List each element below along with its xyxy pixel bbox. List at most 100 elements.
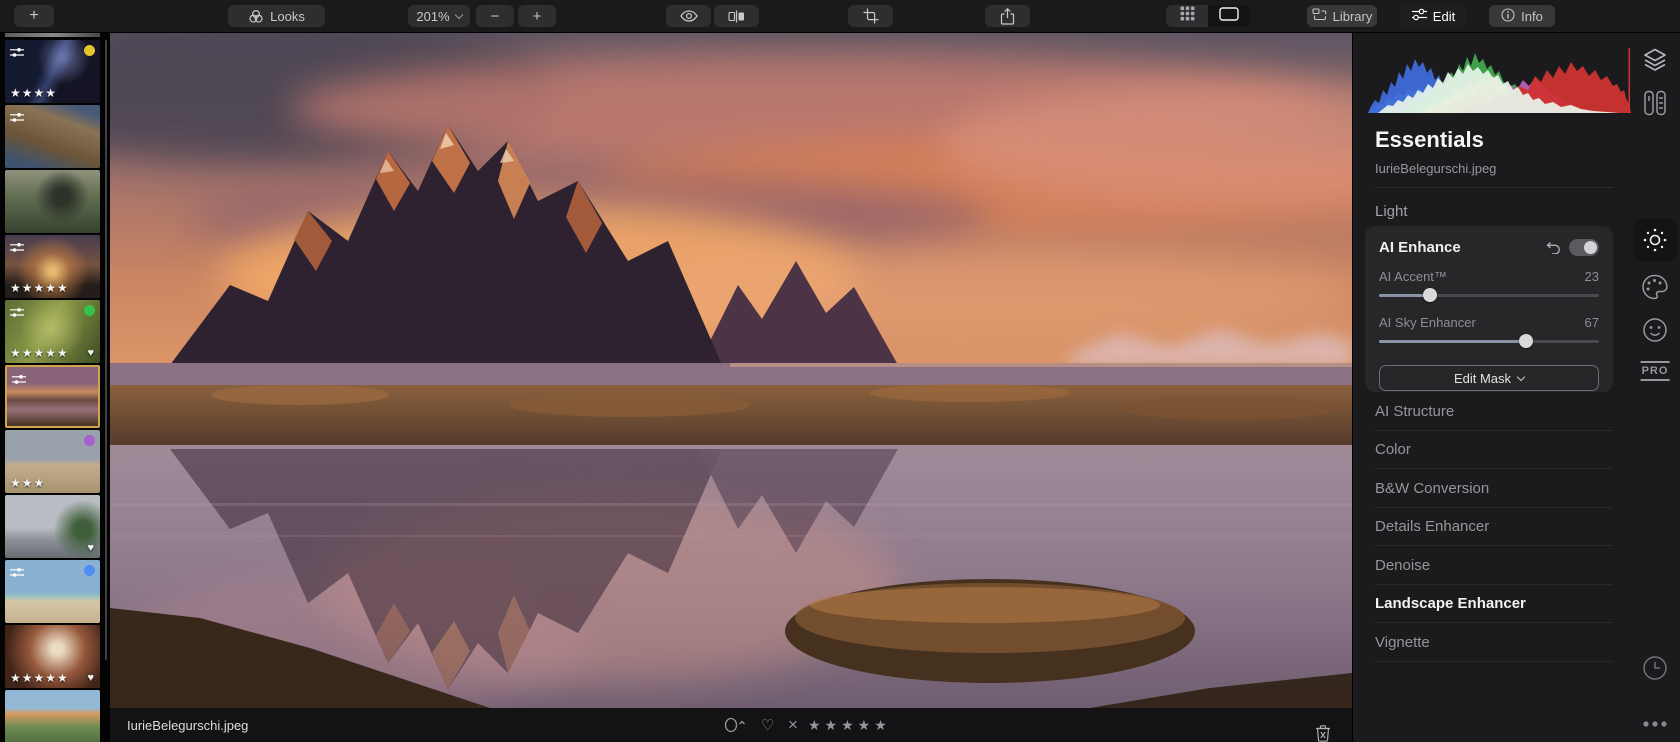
slider-fill — [1379, 340, 1526, 343]
tool-label: Vignette — [1375, 634, 1430, 651]
favorite-heart-icon: ♥ — [87, 347, 94, 359]
thumbnail-forest-path[interactable]: ★★★★★ ♥ — [5, 300, 100, 363]
color-label-dot — [84, 435, 95, 446]
thumbnail-valley-sunset[interactable]: ★★★★★ — [5, 235, 100, 298]
edit-mask-label: Edit Mask — [1454, 371, 1511, 386]
crop-icon — [863, 8, 879, 24]
toggle-knob — [1584, 241, 1597, 254]
zoom-level-dropdown[interactable]: 201% — [408, 5, 470, 27]
ai-accent-slider[interactable] — [1379, 288, 1599, 302]
top-toolbar: + Looks 201% − + — [0, 0, 1680, 33]
compare-split-icon — [728, 10, 745, 23]
eye-icon — [680, 10, 698, 22]
slider-knob[interactable] — [1423, 288, 1437, 302]
single-image-icon — [1219, 7, 1239, 26]
photo-star-rating[interactable]: ★★★★★ — [808, 708, 891, 742]
zoom-in-button[interactable]: + — [518, 5, 556, 27]
color-label-dot — [84, 305, 95, 316]
quick-preview-button[interactable] — [666, 5, 711, 27]
plus-icon: + — [533, 8, 542, 25]
thumbnail-alpine-valley[interactable] — [5, 690, 100, 742]
divider — [1375, 187, 1613, 188]
more-options-icon[interactable] — [1642, 715, 1668, 733]
zoom-level-value: 201% — [416, 9, 449, 24]
tab-info-label: Info — [1521, 9, 1543, 24]
panel-title: Essentials — [1375, 127, 1484, 153]
color-label-dot — [84, 45, 95, 56]
thumbnail-beach-portrait[interactable]: ★★★ — [5, 430, 100, 493]
tab-info[interactable]: Info — [1489, 5, 1555, 27]
thumbnail-lifeguard-tower[interactable] — [5, 560, 100, 623]
slider-knob[interactable] — [1519, 334, 1533, 348]
compare-before-after-button[interactable] — [714, 5, 759, 27]
tool-label: AI Structure — [1375, 403, 1454, 420]
clear-rating-button[interactable]: × — [788, 708, 798, 742]
ai-enhance-title: AI Enhance — [1379, 239, 1546, 256]
thumbnail-canyon-cave[interactable]: ★★★★★ ♥ — [5, 625, 100, 688]
reset-undo-icon[interactable] — [1546, 241, 1561, 254]
essentials-tools-group-active[interactable] — [1633, 218, 1677, 262]
history-clock-icon[interactable] — [1642, 655, 1668, 686]
info-icon — [1501, 8, 1515, 25]
tab-library[interactable]: Library — [1307, 5, 1377, 27]
single-image-view-button[interactable] — [1208, 5, 1250, 27]
photo-canvas[interactable] — [110, 33, 1352, 708]
thumbnail-mossy-crag[interactable] — [5, 170, 100, 233]
ai-sky-enhancer-value: 67 — [1585, 315, 1599, 330]
export-share-button[interactable] — [985, 5, 1030, 27]
ai-enhance-toggle[interactable] — [1569, 239, 1599, 256]
tool-label: Details Enhancer — [1375, 518, 1489, 535]
star-rating: ★★★★ — [10, 86, 57, 100]
thumbnail-vestrahorn-sunset-selected[interactable] — [5, 365, 100, 428]
tool-section-light[interactable]: Light — [1375, 203, 1408, 220]
tool-label: Denoise — [1375, 557, 1430, 574]
edit-status-dropdown[interactable] — [724, 708, 746, 742]
edited-adjustments-icon — [12, 372, 26, 390]
pro-tools-badge[interactable]: PRO — [1641, 361, 1670, 381]
tool-label: Color — [1375, 441, 1411, 458]
tab-edit[interactable]: Edit — [1400, 5, 1466, 27]
star-rating: ★★★★★ — [10, 281, 69, 295]
trash-delete-button[interactable] — [1315, 716, 1331, 742]
portrait-smiley-icon[interactable] — [1642, 317, 1668, 348]
thumbnail-partial[interactable] — [5, 33, 100, 37]
layers-icon[interactable] — [1642, 47, 1668, 76]
histogram[interactable] — [1363, 40, 1633, 113]
thumbnail-canyon-cliffs[interactable] — [5, 105, 100, 168]
ai-sky-enhancer-label: AI Sky Enhancer — [1379, 315, 1476, 330]
crop-button[interactable] — [848, 5, 893, 27]
color-label-dot — [84, 565, 95, 576]
edited-adjustments-icon — [10, 45, 24, 63]
looks-button[interactable]: Looks — [228, 5, 325, 27]
gallery-grid-view-button[interactable] — [1166, 5, 1208, 27]
edited-adjustments-icon — [10, 110, 24, 128]
slider-track — [1379, 294, 1599, 297]
favorite-heart-button[interactable]: ♡ — [761, 708, 774, 742]
share-icon — [1000, 8, 1015, 25]
sun-icon — [1642, 227, 1668, 253]
star-rating: ★★★★★ — [10, 346, 69, 360]
edit-mask-button[interactable]: Edit Mask — [1379, 365, 1599, 391]
plus-icon: + — [29, 7, 38, 25]
tab-edit-label: Edit — [1433, 9, 1455, 24]
ai-sky-enhancer-slider[interactable] — [1379, 334, 1599, 348]
edited-adjustments-icon — [10, 240, 24, 258]
ai-accent-label: AI Accent™ — [1379, 269, 1447, 284]
edit-history-panels-icon[interactable] — [1643, 90, 1667, 121]
add-photos-button[interactable]: + — [14, 5, 54, 27]
luminar-app-window: + Looks 201% − + — [0, 0, 1680, 742]
creative-palette-icon[interactable] — [1642, 274, 1669, 305]
filmstrip-sidebar: ★★★★ ★★★★★ ★★★★★ ♥ ★★★ ♥ — [0, 33, 110, 742]
tool-label: B&W Conversion — [1375, 480, 1489, 497]
zoom-out-button[interactable]: − — [476, 5, 514, 27]
ai-enhance-card: AI Enhance AI Accent™ 23 AI Sky Enhancer… — [1365, 226, 1613, 392]
thumbnail-night-sky[interactable]: ★★★★ — [5, 40, 100, 103]
view-mode-segmented-control — [1166, 5, 1250, 27]
filmstrip-scrollbar[interactable] — [105, 40, 107, 660]
looks-label: Looks — [270, 9, 305, 24]
current-photo-filename: IurieBelegurschi.jpeg — [127, 718, 248, 733]
right-icon-rail: PRO — [1630, 33, 1680, 742]
tool-label: Landscape Enhancer — [1375, 595, 1526, 612]
thumbnail-city-street[interactable]: ♥ — [5, 495, 100, 558]
grid-icon — [1180, 6, 1195, 26]
